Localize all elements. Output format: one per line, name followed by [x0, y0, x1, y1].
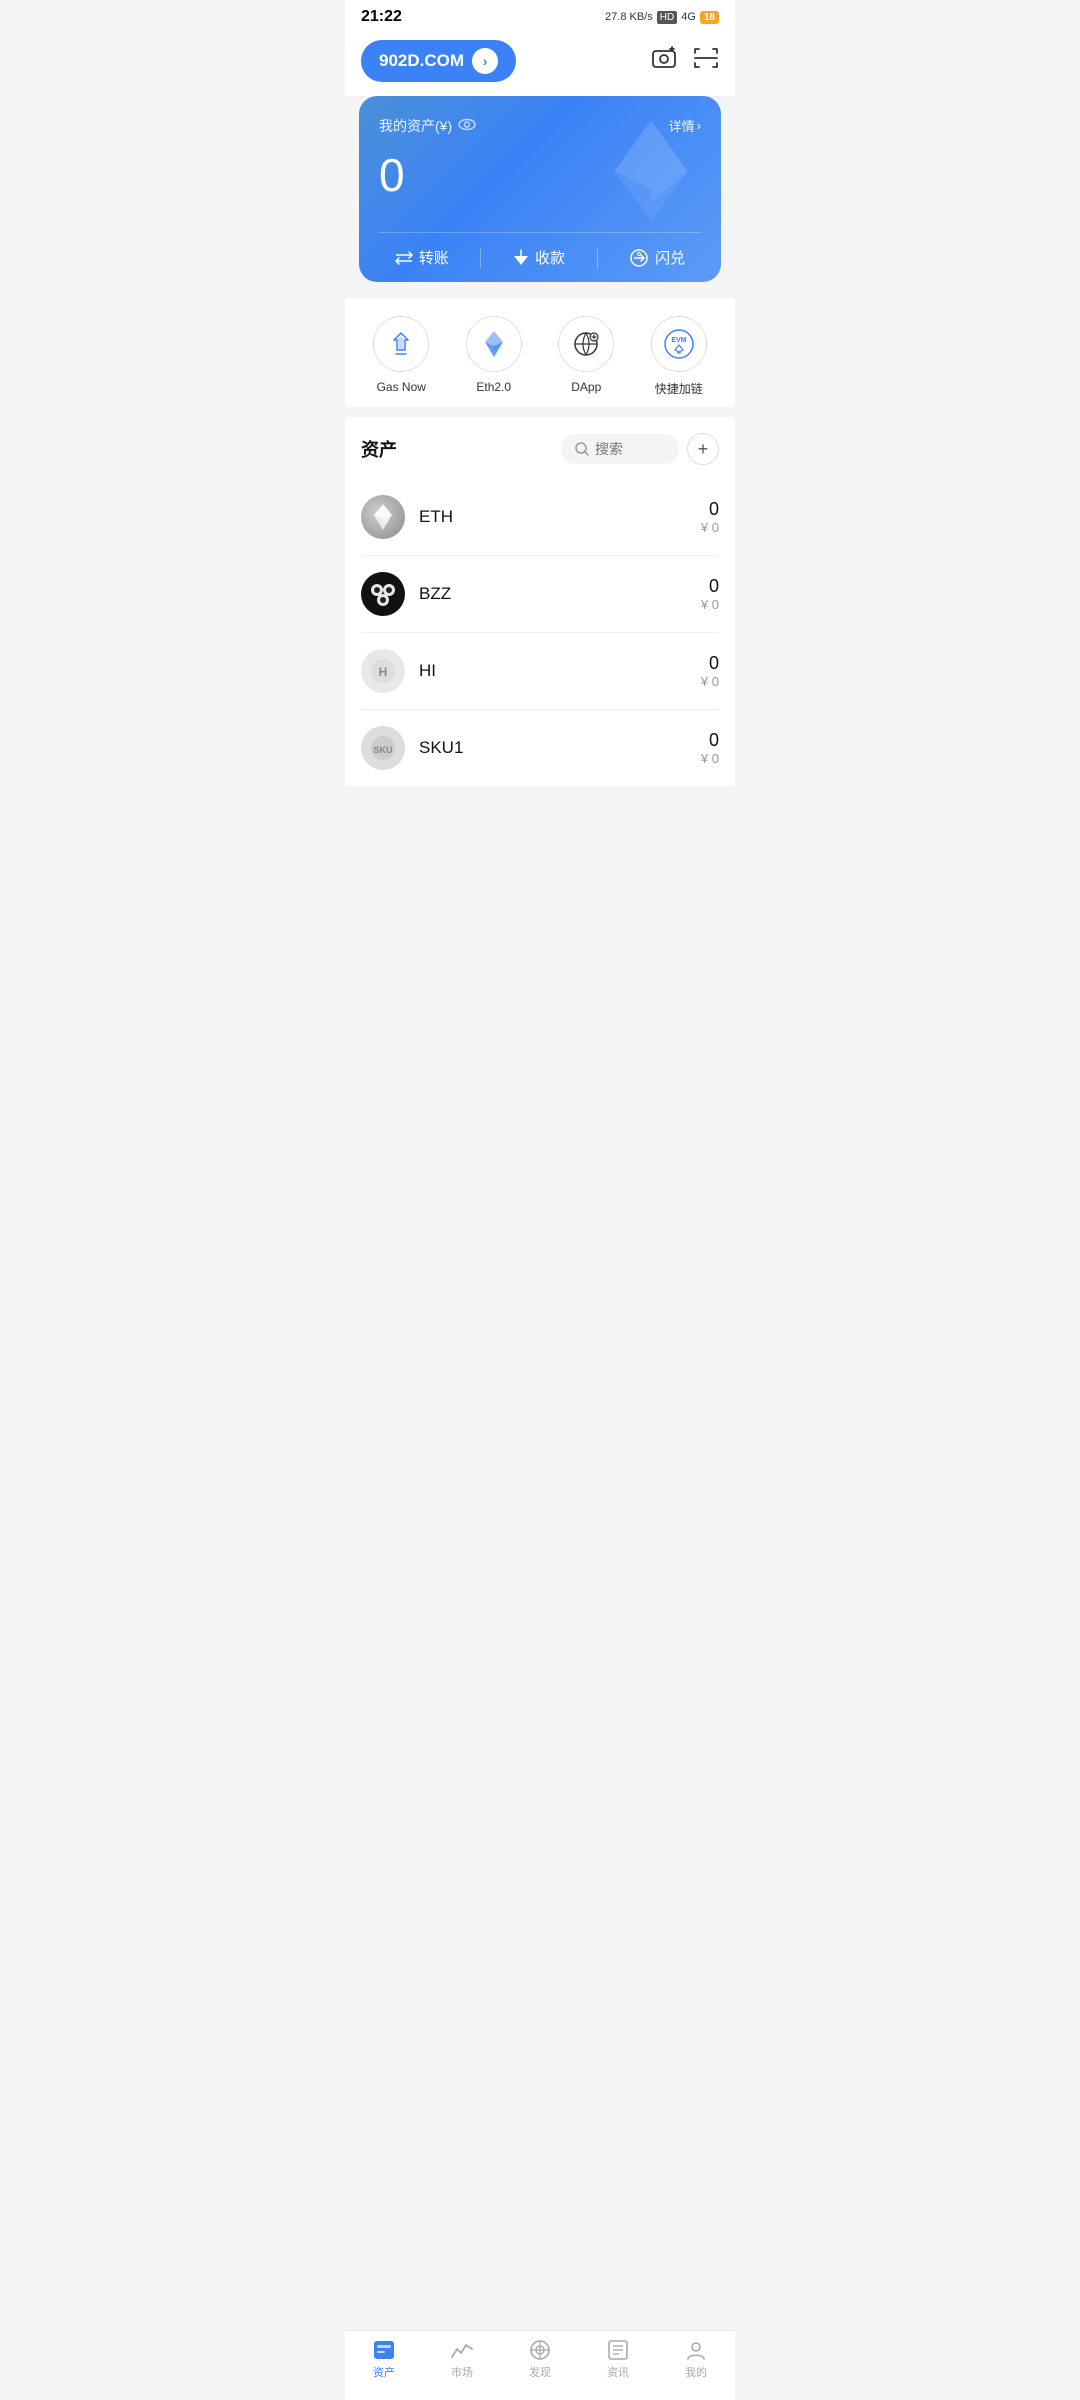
status-icons: 27.8 KB/s HD 4G 18	[605, 11, 719, 24]
quick-action-eth2[interactable]: Eth2.0	[466, 316, 522, 397]
search-input[interactable]	[595, 441, 665, 457]
search-icon	[575, 442, 589, 456]
nav-item-discover[interactable]: 发现	[510, 2339, 570, 2380]
quick-action-evm[interactable]: EVM 快捷加链	[651, 316, 707, 397]
assets-section: 资产 + ETH 0 ¥ 0	[345, 417, 735, 786]
coin-values-eth: 0 ¥ 0	[701, 499, 719, 535]
battery-icon: 18	[700, 11, 719, 24]
svg-text:H: H	[379, 665, 388, 679]
evm-label: 快捷加链	[655, 380, 703, 397]
coin-amount-hi: 0	[701, 653, 719, 674]
divider-2	[597, 248, 598, 268]
asset-list-item[interactable]: SKU SKU1 0 ¥ 0	[361, 710, 719, 786]
status-time: 21:22	[361, 8, 402, 26]
asset-list-item[interactable]: ETH 0 ¥ 0	[361, 479, 719, 556]
eye-icon[interactable]	[458, 118, 476, 134]
asset-list-item[interactable]: H HI 0 ¥ 0	[361, 633, 719, 710]
transfer-button[interactable]: 转账	[395, 247, 449, 268]
search-input-wrapper[interactable]	[561, 434, 679, 464]
divider-1	[480, 248, 481, 268]
hi-coin-icon: H	[361, 649, 405, 693]
coin-amount-eth: 0	[701, 499, 719, 520]
eth-watermark	[601, 116, 701, 231]
coin-cny-hi: ¥ 0	[701, 674, 719, 689]
nav-item-assets[interactable]: 资产	[354, 2339, 414, 2380]
news-nav-icon	[607, 2339, 629, 2361]
nav-item-market[interactable]: 市场	[432, 2339, 492, 2380]
evm-icon: EVM	[651, 316, 707, 372]
nav-item-profile[interactable]: 我的	[666, 2339, 726, 2380]
coin-values-hi: 0 ¥ 0	[701, 653, 719, 689]
nav-item-news[interactable]: 资讯	[588, 2339, 648, 2380]
eth2-label: Eth2.0	[476, 380, 511, 394]
nav-label-discover: 发现	[529, 2364, 551, 2380]
assets-header: 资产 +	[361, 433, 719, 465]
coin-amount-sku: 0	[701, 730, 719, 751]
add-wallet-button[interactable]	[651, 46, 677, 76]
quick-action-dapp[interactable]: DApp	[558, 316, 614, 397]
coin-name-eth: ETH	[419, 507, 701, 527]
coin-name-hi: HI	[419, 661, 701, 681]
sku-coin-icon: SKU	[361, 726, 405, 770]
coin-cny-sku: ¥ 0	[701, 751, 719, 766]
discover-nav-icon	[528, 2339, 552, 2361]
search-bar: +	[561, 433, 719, 465]
network-icon: 4G	[681, 11, 696, 23]
flash-button[interactable]: 闪兑	[629, 247, 685, 268]
gas-now-label: Gas Now	[377, 380, 426, 394]
nav-label-assets: 资产	[373, 2364, 395, 2380]
profile-nav-icon	[685, 2339, 707, 2361]
coin-name-bzz: BZZ	[419, 584, 701, 604]
asset-label: 我的资产(¥)	[379, 116, 476, 136]
coin-amount-bzz: 0	[701, 576, 719, 597]
eth2-icon	[466, 316, 522, 372]
coin-cny-eth: ¥ 0	[701, 520, 719, 535]
bzz-coin-icon	[361, 572, 405, 616]
coin-values-sku: 0 ¥ 0	[701, 730, 719, 766]
status-bar: 21:22 27.8 KB/s HD 4G 18	[345, 0, 735, 30]
dapp-label: DApp	[571, 380, 601, 394]
asset-card: 我的资产(¥) 详情 › 0	[359, 96, 721, 282]
speed-indicator: 27.8 KB/s	[605, 11, 653, 23]
assets-nav-icon	[372, 2339, 396, 2361]
nav-label-market: 市场	[451, 2364, 473, 2380]
market-nav-icon	[450, 2339, 474, 2361]
svg-text:SKU: SKU	[373, 745, 392, 755]
assets-title: 资产	[361, 436, 397, 462]
dapp-icon	[558, 316, 614, 372]
card-actions: 转账 收款 闪兑	[379, 232, 701, 282]
brand-button[interactable]: 902D.COM ›	[361, 40, 516, 82]
gas-now-icon	[373, 316, 429, 372]
asset-list-item[interactable]: BZZ 0 ¥ 0	[361, 556, 719, 633]
quick-action-gas-now[interactable]: Gas Now	[373, 316, 429, 397]
nav-label-news: 资讯	[607, 2364, 629, 2380]
brand-arrow-icon: ›	[472, 48, 498, 74]
quick-actions: Gas Now Eth2.0 DApp	[345, 298, 735, 407]
brand-name: 902D.COM	[379, 51, 464, 71]
coin-cny-bzz: ¥ 0	[701, 597, 719, 612]
add-asset-button[interactable]: +	[687, 433, 719, 465]
header: 902D.COM ›	[345, 30, 735, 96]
eth-coin-icon	[361, 495, 405, 539]
coin-values-bzz: 0 ¥ 0	[701, 576, 719, 612]
header-actions	[651, 46, 719, 76]
svg-text:EVM: EVM	[671, 337, 686, 344]
nav-label-profile: 我的	[685, 2364, 707, 2380]
bottom-nav: 资产 市场 发现 资讯 我的	[345, 2330, 735, 2400]
receive-button[interactable]: 收款	[513, 247, 565, 268]
hd-badge: HD	[657, 11, 677, 24]
coin-name-sku: SKU1	[419, 738, 701, 758]
scan-button[interactable]	[693, 47, 719, 75]
